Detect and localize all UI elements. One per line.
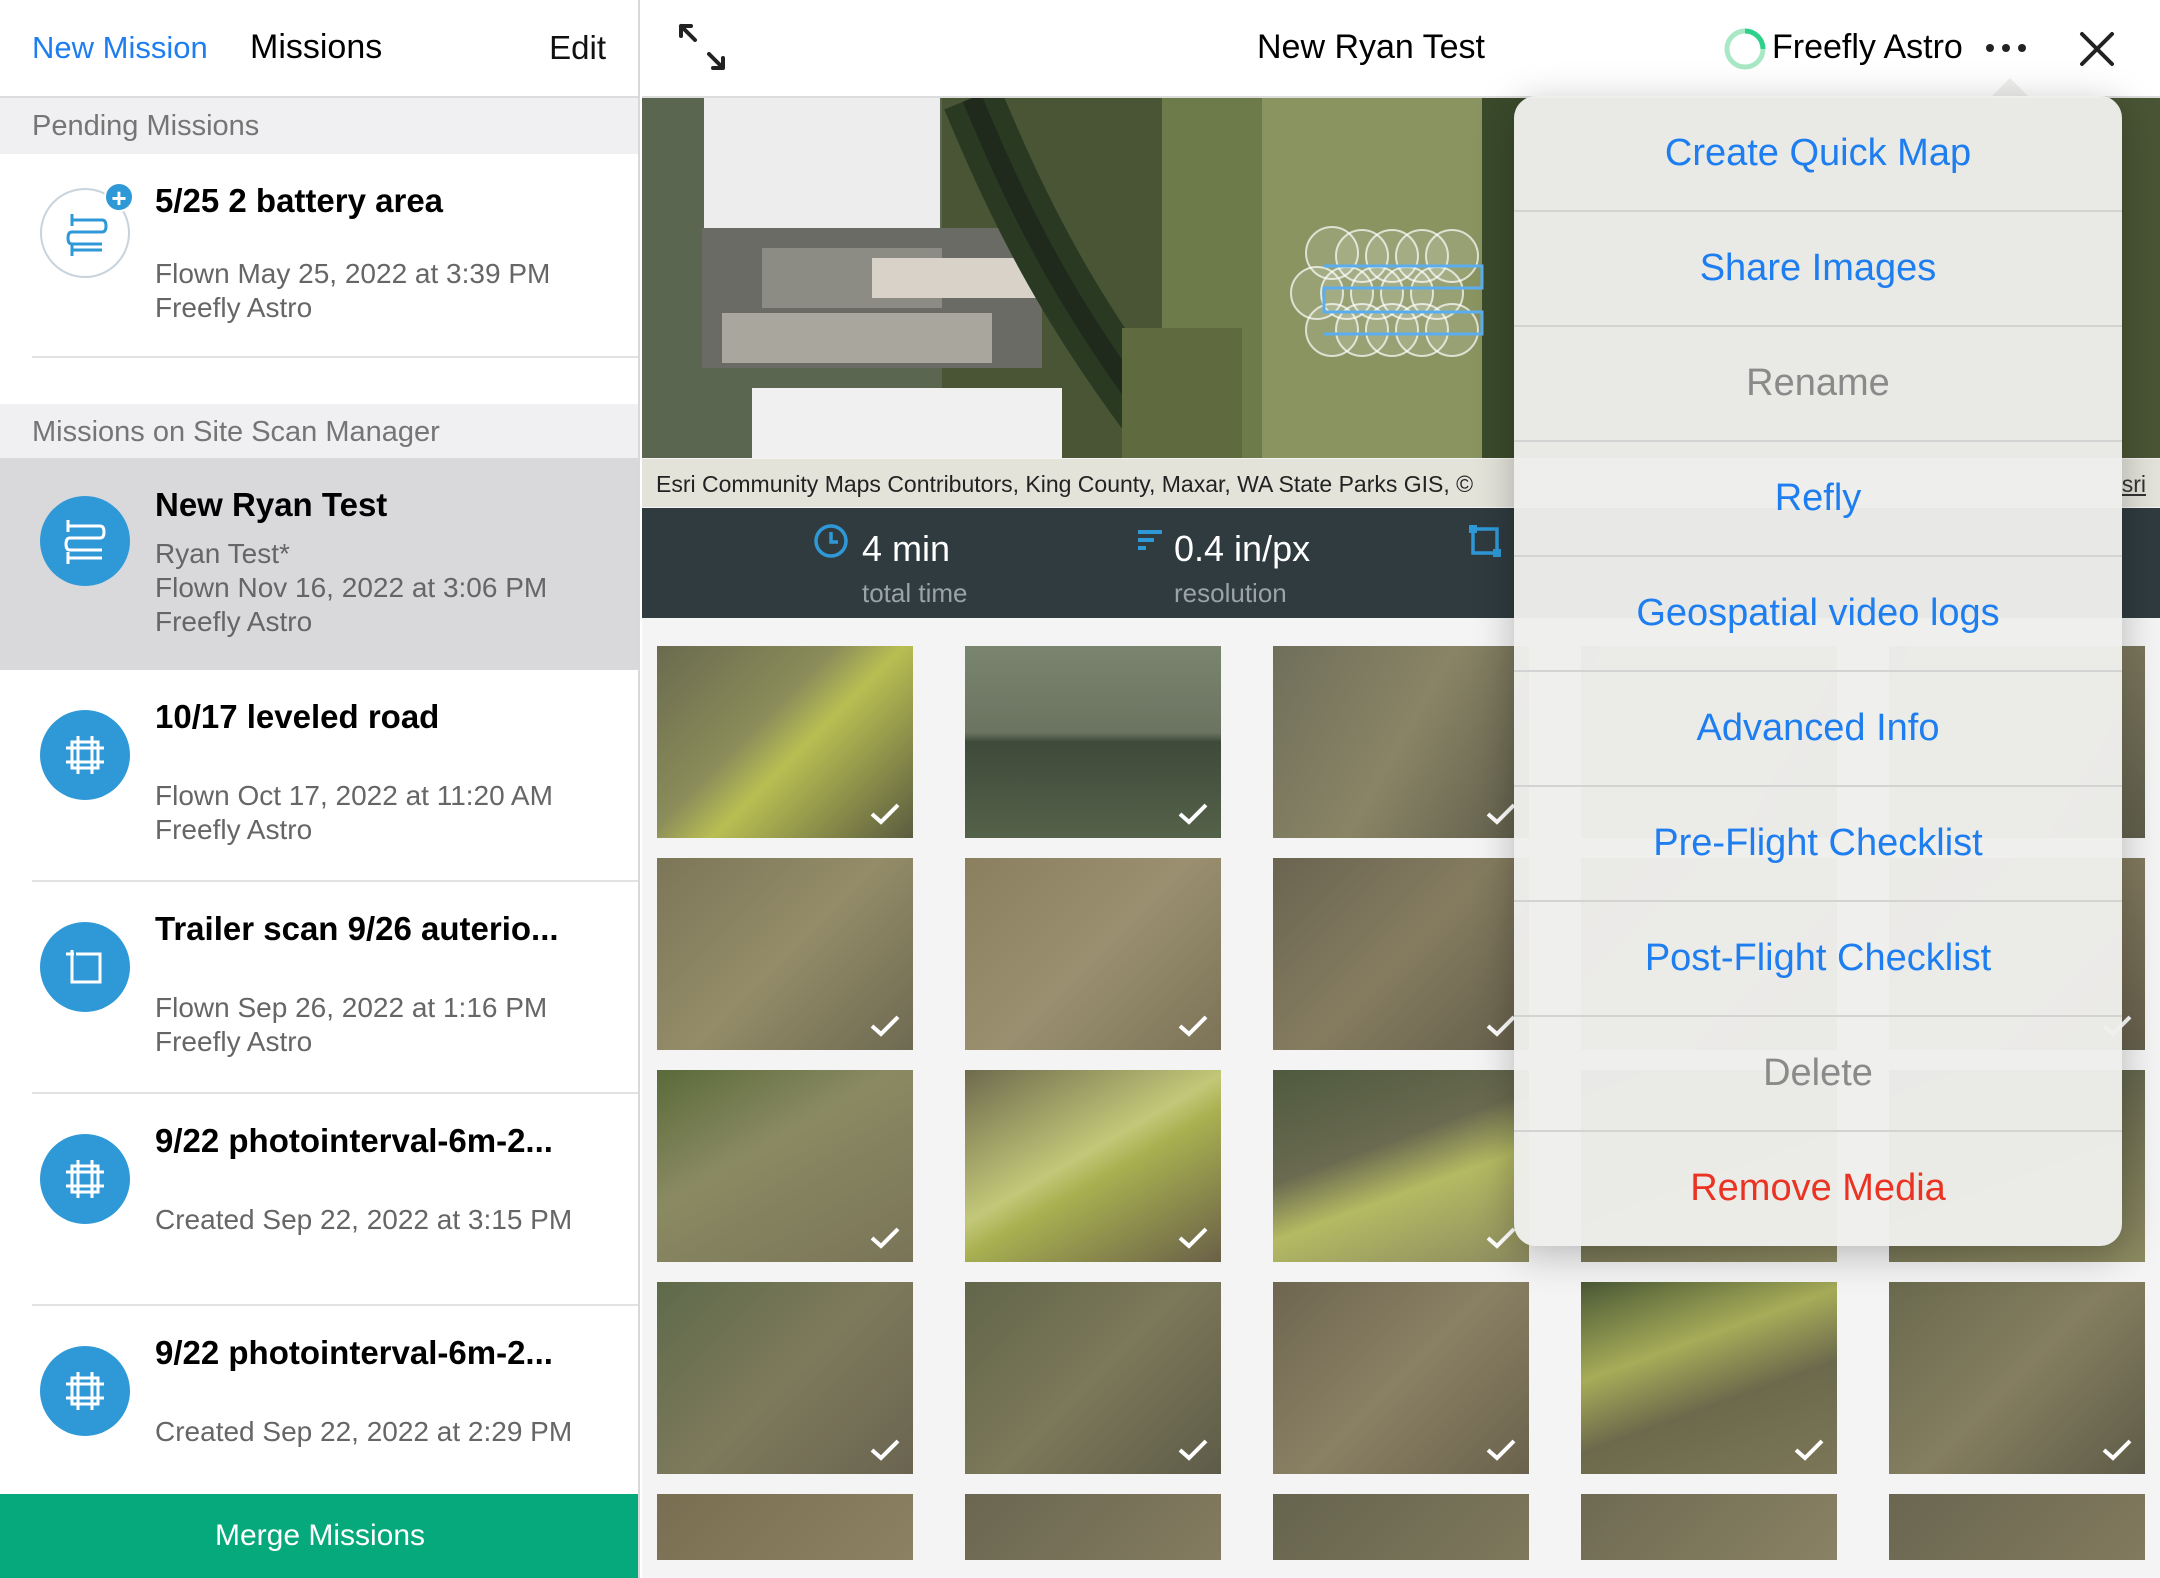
mission-device: Freefly Astro bbox=[155, 814, 313, 845]
sidebar-title: Missions bbox=[250, 28, 383, 66]
checkmark-icon bbox=[1486, 1439, 1516, 1461]
mission-subtitle: Ryan Test* bbox=[155, 538, 290, 569]
mission-item[interactable]: 9/22 photointerval-6m-2... Created Sep 2… bbox=[0, 1094, 638, 1306]
more-icon[interactable] bbox=[1984, 36, 2028, 60]
menu-item-delete[interactable]: Delete bbox=[1514, 1016, 2122, 1131]
missions-sidebar: New Mission Missions Edit Pending Missio… bbox=[0, 0, 640, 1578]
device-name[interactable]: Freefly Astro bbox=[1772, 28, 1963, 67]
image-thumbnail[interactable] bbox=[657, 858, 913, 1050]
checkmark-icon bbox=[1178, 803, 1208, 825]
mission-name: Trailer scan 9/26 auterio... bbox=[155, 910, 559, 947]
image-thumbnail[interactable] bbox=[1889, 1494, 2145, 1560]
new-mission-button[interactable]: New Mission bbox=[32, 30, 208, 66]
image-thumbnail[interactable] bbox=[965, 1494, 1221, 1560]
mission-item[interactable]: 10/17 leveled road Flown Oct 17, 2022 at… bbox=[0, 670, 638, 882]
menu-item-geospatial-video-logs[interactable]: Geospatial video logs bbox=[1514, 556, 2122, 671]
menu-item-advanced-info[interactable]: Advanced Info bbox=[1514, 671, 2122, 786]
image-thumbnail[interactable] bbox=[657, 646, 913, 838]
checkmark-icon bbox=[870, 1015, 900, 1037]
mission-name: 10/17 leveled road bbox=[155, 698, 440, 735]
menu-item-create-quick-map[interactable]: Create Quick Map bbox=[1514, 96, 2122, 211]
pending-plus-icon: + bbox=[104, 182, 134, 213]
image-thumbnail[interactable] bbox=[965, 1282, 1221, 1474]
total-time-value: 4 min bbox=[862, 528, 951, 569]
esri-link[interactable]: sri bbox=[2122, 471, 2146, 498]
mission-date: Flown Sep 26, 2022 at 1:16 PM bbox=[155, 992, 548, 1023]
menu-item-rename[interactable]: Rename bbox=[1514, 326, 2122, 441]
checkmark-icon bbox=[1794, 1439, 1824, 1461]
image-thumbnail[interactable] bbox=[657, 1070, 913, 1262]
edit-button[interactable]: Edit bbox=[549, 29, 606, 67]
mission-date: Flown May 25, 2022 at 3:39 PM bbox=[155, 258, 551, 289]
menu-item-share-images[interactable]: Share Images bbox=[1514, 211, 2122, 326]
image-thumbnail[interactable] bbox=[1273, 1070, 1529, 1262]
mission-name: 5/25 2 battery area bbox=[155, 182, 444, 219]
clock-icon bbox=[814, 524, 848, 558]
mission-date: Flown Nov 16, 2022 at 3:06 PM bbox=[155, 572, 548, 603]
mission-name: 9/22 photointerval-6m-2... bbox=[155, 1122, 553, 1159]
checkmark-icon bbox=[870, 803, 900, 825]
mission-item[interactable]: Trailer scan 9/26 auterio... Flown Sep 2… bbox=[0, 882, 638, 1094]
mission-name: New Ryan Test bbox=[155, 486, 388, 523]
image-thumbnail[interactable] bbox=[657, 1494, 913, 1560]
checkmark-icon bbox=[870, 1227, 900, 1249]
checkmark-icon bbox=[1178, 1227, 1208, 1249]
mission-date: Flown Oct 17, 2022 at 11:20 AM bbox=[155, 780, 553, 811]
merge-missions-button[interactable]: Merge Missions bbox=[0, 1494, 638, 1578]
menu-item-refly[interactable]: Refly bbox=[1514, 441, 2122, 556]
attribution-text: Esri Community Maps Contributors, King C… bbox=[656, 471, 1474, 497]
pending-missions-header: Pending Missions bbox=[0, 98, 638, 154]
grid-survey-icon bbox=[40, 1134, 130, 1224]
image-thumbnail[interactable] bbox=[1889, 1282, 2145, 1474]
mission-item-selected[interactable]: New Ryan Test Ryan Test* Flown Nov 16, 2… bbox=[0, 458, 638, 670]
total-time-label: total time bbox=[862, 578, 968, 608]
checkmark-icon bbox=[1178, 1439, 1208, 1461]
checkmark-icon bbox=[1486, 1015, 1516, 1037]
grid-survey-icon bbox=[40, 1346, 130, 1436]
mission-date: Created Sep 22, 2022 at 2:29 PM bbox=[155, 1416, 573, 1447]
mission-item[interactable]: 9/22 photointerval-6m-2... Created Sep 2… bbox=[0, 1306, 638, 1494]
mission-date: Created Sep 22, 2022 at 3:15 PM bbox=[155, 1204, 573, 1235]
site-scan-missions-header: Missions on Site Scan Manager bbox=[0, 404, 638, 460]
checkmark-icon bbox=[1486, 1227, 1516, 1249]
image-thumbnail[interactable] bbox=[657, 1282, 913, 1474]
mission-device: Freefly Astro bbox=[155, 606, 313, 637]
image-thumbnail[interactable] bbox=[965, 1070, 1221, 1262]
image-thumbnail[interactable] bbox=[1273, 1494, 1529, 1560]
divider bbox=[32, 356, 638, 358]
popover-arrow bbox=[1990, 78, 2030, 98]
mission-device: Freefly Astro bbox=[155, 292, 313, 323]
image-thumbnail[interactable] bbox=[1581, 1282, 1837, 1474]
area-icon bbox=[1469, 525, 1501, 557]
perimeter-icon bbox=[40, 922, 130, 1012]
waypoint-path-icon: + bbox=[40, 182, 134, 278]
resolution-label: resolution bbox=[1174, 578, 1287, 608]
image-thumbnail[interactable] bbox=[965, 646, 1221, 838]
waypoint-path-icon bbox=[40, 496, 130, 586]
image-thumbnail[interactable] bbox=[1273, 646, 1529, 838]
mission-name: 9/22 photointerval-6m-2... bbox=[155, 1334, 553, 1371]
grid-survey-icon bbox=[40, 710, 130, 800]
image-thumbnail[interactable] bbox=[1581, 1494, 1837, 1560]
mission-actions-menu: Create Quick Map Share Images Rename Ref… bbox=[1514, 96, 2122, 1246]
image-thumbnail[interactable] bbox=[965, 858, 1221, 1050]
checkmark-icon bbox=[870, 1439, 900, 1461]
menu-item-remove-media[interactable]: Remove Media bbox=[1514, 1131, 2122, 1246]
resolution-icon bbox=[1138, 530, 1162, 550]
checkmark-icon bbox=[1486, 803, 1516, 825]
connection-status-icon bbox=[1724, 28, 1766, 70]
image-thumbnail[interactable] bbox=[1273, 1282, 1529, 1474]
checkmark-icon bbox=[1178, 1015, 1208, 1037]
menu-item-post-flight-checklist[interactable]: Post-Flight Checklist bbox=[1514, 901, 2122, 1016]
top-bar: New Ryan Test Freefly Astro bbox=[642, 0, 2160, 98]
resolution-value: 0.4 in/px bbox=[1174, 528, 1311, 569]
mission-device: Freefly Astro bbox=[155, 1026, 313, 1057]
sidebar-header: New Mission Missions Edit bbox=[0, 0, 638, 98]
checkmark-icon bbox=[2102, 1439, 2132, 1461]
image-thumbnail[interactable] bbox=[1273, 858, 1529, 1050]
close-icon[interactable] bbox=[2074, 26, 2120, 72]
menu-item-pre-flight-checklist[interactable]: Pre-Flight Checklist bbox=[1514, 786, 2122, 901]
mission-item-pending[interactable]: + 5/25 2 battery area Flown May 25, 2022… bbox=[0, 154, 638, 358]
